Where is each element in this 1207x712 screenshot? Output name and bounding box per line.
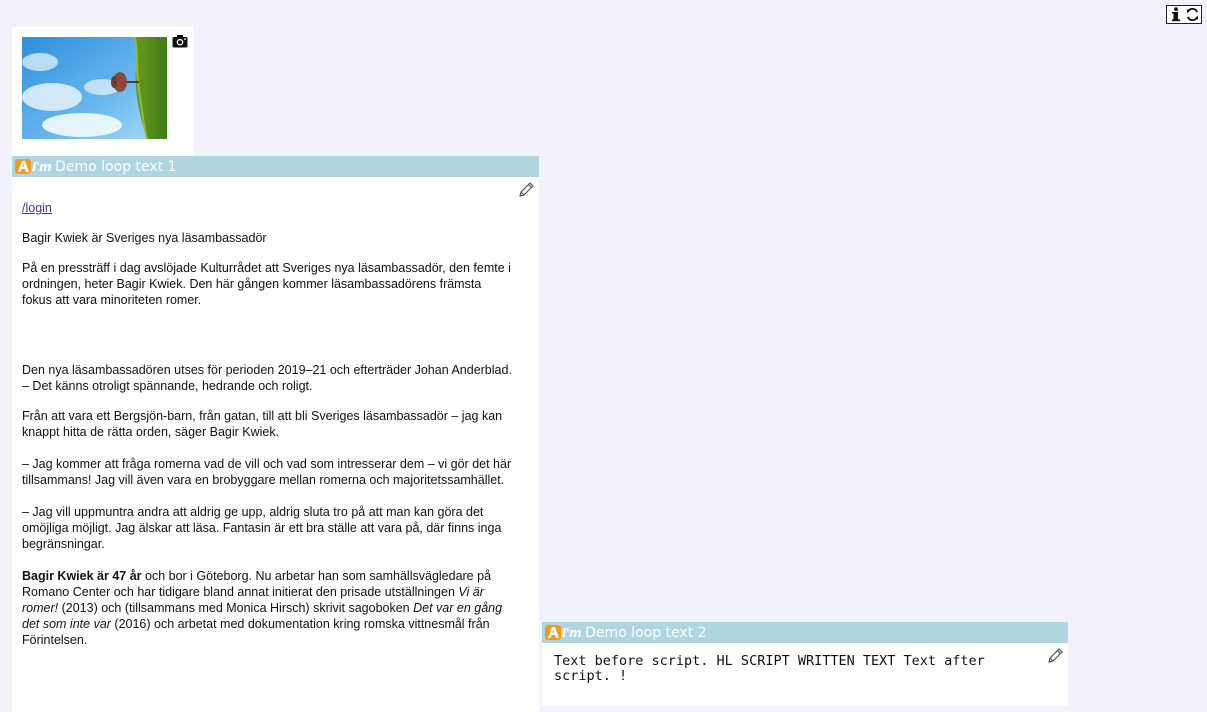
article-paragraph: – Jag kommer att fråga romerna vad de vi…	[22, 457, 512, 487]
info-icon[interactable]	[1168, 7, 1184, 23]
login-link[interactable]: /login	[22, 201, 52, 215]
landscape-photo	[22, 37, 167, 139]
image-widget	[12, 27, 193, 156]
article-intro: På en pressträff i dag avslöjade Kulturr…	[22, 261, 511, 307]
panel-2-header: I'm Demo loop text 2	[542, 622, 1068, 643]
panel-2-title: Demo loop text 2	[585, 624, 707, 641]
article-body: /login Bagir Kwiek är Sveriges nya läsam…	[22, 200, 512, 662]
camera-icon[interactable]	[172, 33, 188, 48]
article-paragraph: Bagir Kwiek är 47 år och bor i Göteborg.…	[22, 569, 503, 647]
top-toolbar	[1166, 5, 1202, 24]
aim-logo-icon: I'm	[545, 625, 582, 641]
pencil-icon[interactable]	[517, 181, 535, 199]
panel-1-header: I'm Demo loop text 1	[12, 156, 539, 177]
script-output-text: Text before script. HL SCRIPT WRITTEN TE…	[554, 653, 985, 684]
text-panel-1: I'm Demo loop text 1 /login Bagir Kwiek …	[12, 156, 539, 712]
refresh-icon[interactable]	[1184, 7, 1200, 23]
article-paragraph: Från att vara ett Bergsjön-barn, från ga…	[22, 409, 503, 439]
aim-logo-icon: I'm	[15, 159, 52, 175]
pencil-icon[interactable]	[1046, 647, 1064, 665]
article-paragraph: Den nya läsambassadören utses för period…	[22, 363, 512, 393]
text-panel-2: I'm Demo loop text 2 Text before script.…	[542, 622, 1068, 706]
article-headline: Bagir Kwiek är Sveriges nya läsambassadö…	[22, 231, 267, 245]
panel-1-title: Demo loop text 1	[55, 158, 177, 175]
article-paragraph: – Jag vill uppmuntra andra att aldrig ge…	[22, 505, 502, 551]
